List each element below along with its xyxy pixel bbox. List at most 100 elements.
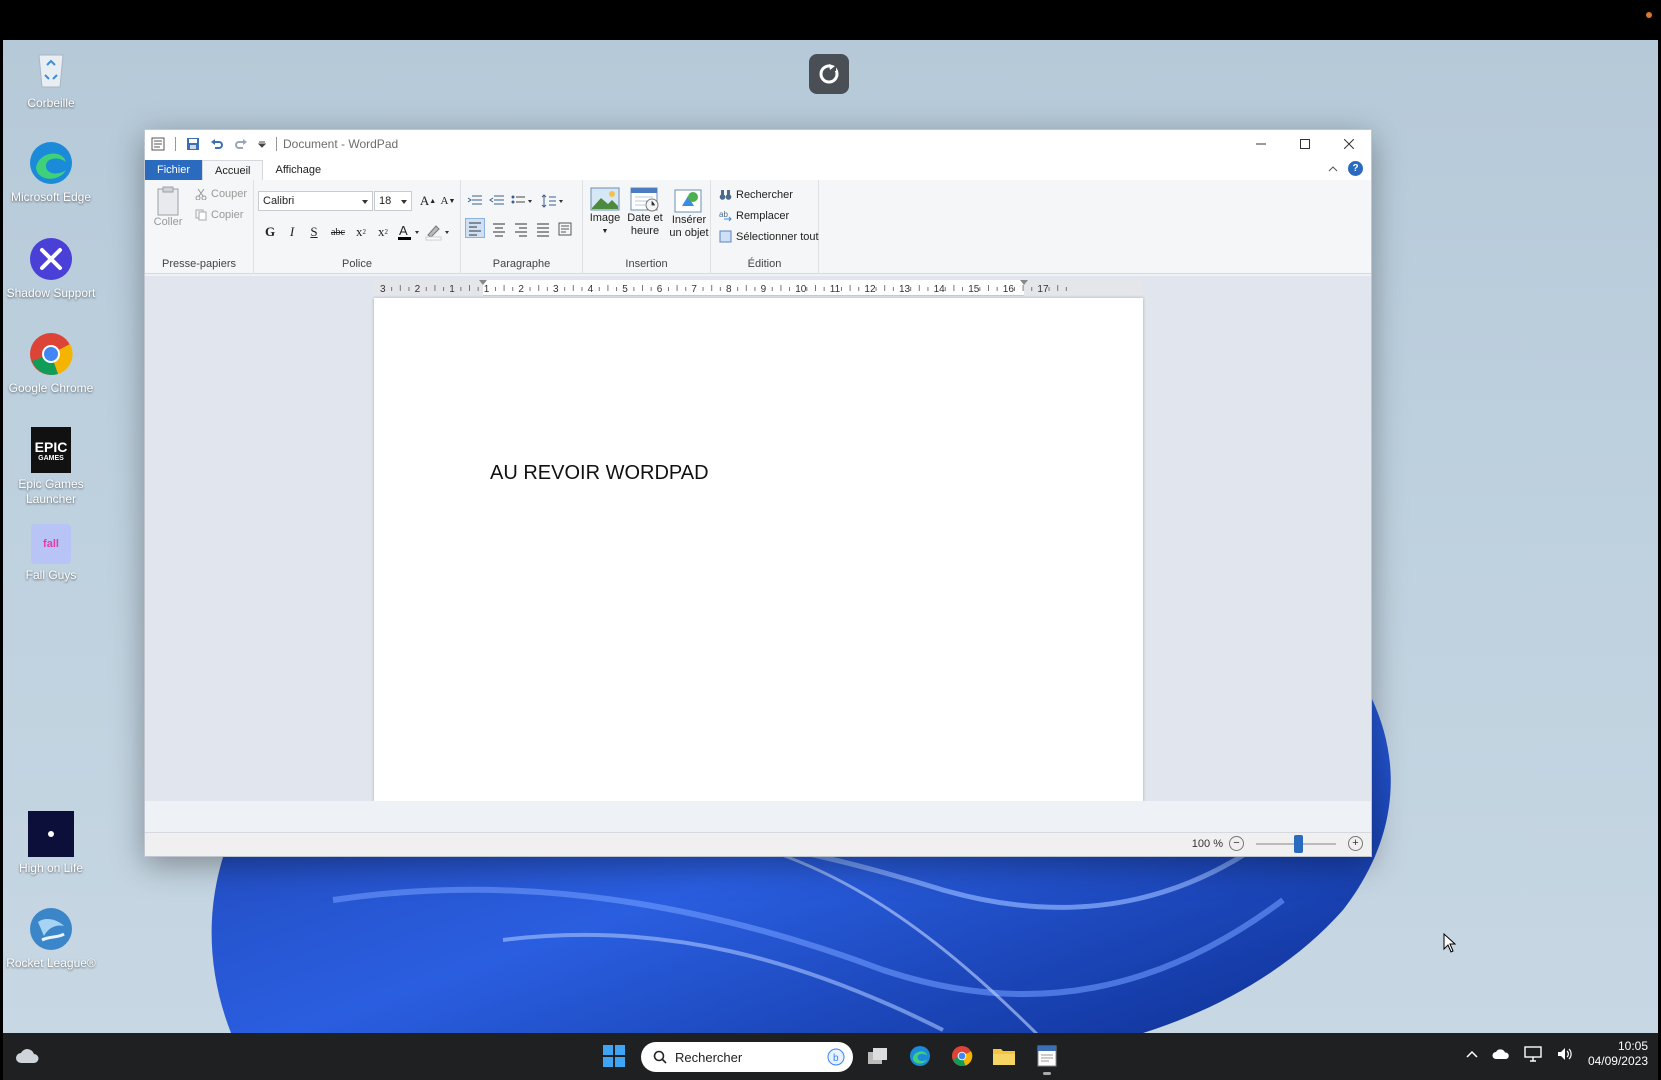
find-button[interactable]: Rechercher (719, 188, 793, 201)
help-icon[interactable]: ? (1348, 161, 1363, 176)
underline-button[interactable]: S (304, 222, 324, 242)
desktop-icon-label: High on Life (18, 861, 84, 875)
taskbar-edge[interactable] (907, 1043, 933, 1069)
edit-group-label: Édition (747, 258, 782, 270)
insert-object-label-1: Insérer (671, 214, 707, 226)
font-family-value: Calibri (263, 195, 295, 207)
insert-image-button[interactable]: Image ▼ (587, 186, 623, 238)
taskbar: Rechercher b 10:05 04/09/2023 (3, 1033, 1658, 1080)
subscript-button[interactable]: x2 (351, 222, 371, 242)
epic-logo-sub: GAMES (38, 454, 64, 462)
desktop-icon-label: Epic Games Launcher (18, 477, 84, 506)
ruler[interactable]: 3 2 1 1 2 3 4 5 6 7 8 9 10 11 12 13 14 15 16 17 (374, 280, 1143, 296)
align-center-icon[interactable] (490, 220, 508, 238)
minimize-icon (1256, 143, 1266, 145)
image-icon (590, 187, 620, 211)
strikethrough-button[interactable]: abc (326, 222, 350, 242)
italic-button[interactable]: I (282, 222, 302, 242)
document-text[interactable]: AU REVOIR WORDPAD (490, 462, 709, 485)
svg-text:ab: ab (719, 210, 728, 219)
taskbar-chrome[interactable] (949, 1043, 975, 1069)
replace-button[interactable]: ab Remplacer (719, 209, 789, 222)
document-page[interactable]: AU REVOIR WORDPAD (374, 298, 1143, 801)
ruler-label: 5 (622, 284, 628, 295)
binoculars-icon (719, 190, 732, 200)
select-all-button[interactable]: Sélectionner tout (719, 230, 819, 243)
document-area[interactable]: 3 2 1 1 2 3 4 5 6 7 8 9 10 11 12 13 14 15 16 17 AU REVOIR W… (145, 276, 1371, 801)
paste-button[interactable]: Coller (153, 186, 183, 229)
bold-button[interactable]: G (260, 222, 280, 242)
ruler-label: 1 (484, 284, 490, 295)
desktop-icon-chrome[interactable]: Google Chrome (3, 331, 99, 396)
tab-view[interactable]: Affichage (263, 160, 333, 180)
insert-object-button[interactable]: Insérer un objet (667, 186, 711, 240)
network-icon[interactable] (1524, 1046, 1542, 1062)
insert-datetime-button[interactable]: Date et heure (623, 186, 667, 238)
increase-indent-icon[interactable] (489, 194, 505, 208)
clock[interactable]: 10:05 04/09/2023 (1588, 1039, 1648, 1069)
desktop-icon-epic-games[interactable]: EPIC GAMES Epic Games Launcher (3, 427, 99, 507)
undo-icon[interactable] (210, 137, 224, 151)
window-title: Document - WordPad (283, 137, 399, 151)
desktop-icon-fall-guys[interactable]: fall Fall Guys (3, 524, 99, 583)
highlight-color-button[interactable] (424, 222, 452, 242)
decrease-indent-icon[interactable] (467, 194, 483, 208)
datetime-label-2: heure (630, 225, 660, 237)
mouse-cursor-icon (1443, 933, 1457, 953)
align-left-button[interactable] (465, 218, 485, 238)
bullets-icon[interactable] (511, 194, 533, 208)
tab-file[interactable]: Fichier (145, 160, 203, 180)
font-size-select[interactable]: 18 (374, 191, 412, 211)
zoom-slider[interactable] (1256, 834, 1336, 853)
tab-home[interactable]: Accueil (202, 160, 264, 180)
insert-image-label: Image (589, 212, 621, 224)
justify-icon[interactable] (534, 220, 552, 238)
title-bar: Document - WordPad (145, 130, 1371, 158)
copy-button[interactable]: Copier (195, 209, 243, 221)
shrink-font-button[interactable]: A ▼ (438, 191, 458, 211)
font-family-select[interactable]: Calibri (258, 191, 373, 211)
insert-object-label-2: un objet (669, 227, 709, 239)
chevron-up-icon[interactable] (1466, 1050, 1478, 1058)
grow-font-button[interactable]: A ▲ (418, 191, 438, 211)
collapse-ribbon-icon[interactable] (1328, 165, 1338, 173)
taskbar-file-explorer[interactable] (991, 1043, 1017, 1069)
start-button[interactable] (601, 1043, 627, 1069)
redo-icon[interactable] (234, 137, 248, 151)
cut-button[interactable]: Couper (195, 188, 247, 200)
desktop-icon-recycle-bin[interactable]: Corbeille (3, 46, 99, 111)
taskbar-task-view[interactable] (865, 1043, 891, 1069)
ruler-label: 12 (864, 284, 876, 295)
minimize-button[interactable] (1239, 130, 1283, 158)
ruler-label: 2 (518, 284, 524, 295)
volume-icon[interactable] (1556, 1046, 1574, 1062)
paragraph-settings-icon[interactable] (556, 220, 574, 238)
text-color-button[interactable]: A (396, 222, 422, 242)
zoom-out-button[interactable]: − (1229, 836, 1244, 851)
qat-customize-icon[interactable] (258, 140, 266, 148)
maximize-button[interactable] (1283, 130, 1327, 158)
zoom-in-button[interactable]: + (1348, 836, 1363, 851)
ribbon-tabs: Fichier Accueil Affichage ? (145, 158, 1371, 180)
align-right-icon[interactable] (512, 220, 530, 238)
replace-label: Remplacer (736, 209, 790, 222)
desktop-icon-edge[interactable]: Microsoft Edge (3, 140, 99, 205)
windows-start-icon (603, 1045, 625, 1067)
taskbar-wordpad[interactable] (1034, 1043, 1060, 1075)
superscript-button[interactable]: x2 (373, 222, 393, 242)
copy-label: Copier (211, 209, 244, 221)
wordpad-app-icon[interactable] (151, 137, 165, 151)
line-spacing-icon[interactable] (541, 194, 565, 208)
paragraph-group: Paragraphe (461, 180, 583, 274)
close-button[interactable] (1327, 130, 1371, 158)
text-color-icon: A (398, 223, 419, 240)
desktop-icon-rocket-league[interactable]: Rocket League® (3, 906, 99, 971)
zoom-slider-thumb[interactable] (1294, 834, 1303, 853)
reload-button[interactable] (809, 54, 849, 94)
desktop-icon-high-on-life[interactable]: High on Life (3, 811, 99, 876)
onedrive-cloud-icon[interactable] (1492, 1048, 1510, 1060)
desktop-icon-shadow-support[interactable]: Shadow Support (3, 236, 99, 301)
weather-widget[interactable] (15, 1045, 39, 1072)
taskbar-search[interactable]: Rechercher b (641, 1042, 853, 1072)
save-icon[interactable] (186, 137, 200, 151)
